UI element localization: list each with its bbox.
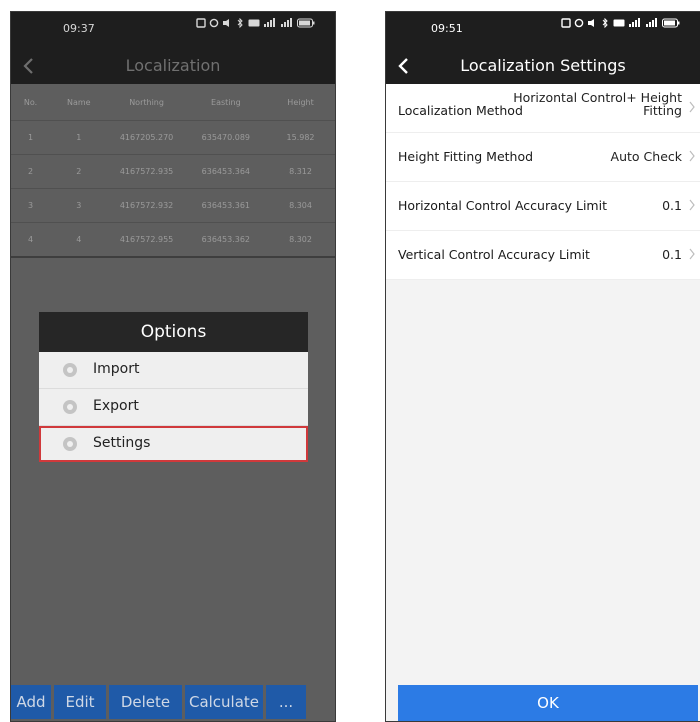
signal-icon [264, 18, 275, 27]
mute-icon [223, 19, 229, 27]
cell-name: 4 [50, 222, 108, 258]
cell-easting: 636453.362 [185, 222, 267, 258]
setting-vertical-accuracy-limit[interactable]: Vertical Control Accuracy Limit 0.1 [386, 231, 700, 280]
cell-northing: 4167572.932 [107, 188, 186, 223]
setting-label: Localization Method [398, 103, 523, 118]
setting-value: Auto Check [610, 149, 682, 164]
status-time: 09:51 [431, 22, 463, 35]
status-icons [561, 18, 680, 28]
setting-value: 0.1 [662, 198, 682, 213]
cell-name: 1 [50, 120, 108, 155]
column-header-northing: Northing [107, 84, 186, 121]
signal-icon [629, 18, 640, 27]
bluetooth-icon [602, 18, 608, 28]
setting-value: Horizontal Control+ Height Fitting [513, 91, 682, 117]
option-label: Settings [93, 435, 151, 451]
signal-icon-2 [281, 18, 292, 27]
table-row[interactable]: 4 4 4167572.955 636453.362 8.302 [11, 222, 335, 258]
table-row[interactable]: 2 2 4167572.935 636453.364 8.312 [11, 154, 335, 189]
setting-value-line2: Fitting [643, 103, 682, 118]
table-row[interactable]: 1 1 4167205.270 635470.089 15.982 [11, 120, 335, 155]
cell-height: 8.304 [266, 188, 335, 223]
status-bar: 09:37 [11, 12, 335, 48]
setting-height-fitting-method[interactable]: Height Fitting Method Auto Check [386, 133, 700, 182]
cell-height: 15.982 [266, 120, 335, 155]
signal-icon-2 [646, 18, 657, 27]
radio-icon[interactable] [63, 437, 77, 451]
calculate-button[interactable]: Calculate [185, 685, 263, 719]
battery-icon [297, 18, 315, 28]
title-bar: Localization [11, 48, 335, 84]
dialog-title: Options [39, 312, 308, 352]
nfc-icon [561, 18, 571, 28]
localization-table: No. Name Northing Easting Height 1 1 416… [11, 84, 335, 258]
setting-localization-method[interactable]: Localization Method Horizontal Control+ … [386, 84, 700, 133]
table-row[interactable]: 3 3 4167572.932 636453.361 8.304 [11, 188, 335, 223]
cell-name: 3 [50, 188, 108, 223]
cell-no: 4 [11, 222, 51, 258]
cell-easting: 635470.089 [185, 120, 267, 155]
status-icons [196, 18, 315, 28]
cell-height: 8.302 [266, 222, 335, 258]
cell-no: 1 [11, 120, 51, 155]
cell-northing: 4167572.955 [107, 222, 186, 258]
setting-label: Vertical Control Accuracy Limit [398, 247, 590, 262]
bluetooth-icon [237, 18, 243, 28]
table-header-row: No. Name Northing Easting Height [11, 84, 335, 121]
radio-icon[interactable] [63, 363, 77, 377]
status-time: 09:37 [63, 22, 95, 35]
cell-name: 2 [50, 154, 108, 189]
localization-screen: 09:37 Localization No. Name Northing Eas… [10, 11, 336, 722]
ok-button[interactable]: OK [398, 685, 698, 721]
chevron-right-icon [688, 199, 696, 211]
option-export[interactable]: Export [39, 389, 308, 426]
cell-northing: 4167572.935 [107, 154, 186, 189]
setting-value: 0.1 [662, 247, 682, 262]
status-bar: 09:51 [386, 12, 700, 48]
cell-no: 3 [11, 188, 51, 223]
chevron-right-icon [688, 248, 696, 260]
alarm-icon [209, 18, 219, 28]
setting-horizontal-accuracy-limit[interactable]: Horizontal Control Accuracy Limit 0.1 [386, 182, 700, 231]
options-dialog: Options Import Export Settings [39, 312, 308, 462]
column-header-no: No. [11, 84, 51, 121]
edit-button[interactable]: Edit [54, 685, 106, 719]
more-button[interactable]: ... [266, 685, 306, 719]
cell-easting: 636453.361 [185, 188, 267, 223]
nfc-icon [196, 18, 206, 28]
chevron-right-icon [688, 150, 696, 162]
option-label: Export [93, 398, 139, 414]
cell-no: 2 [11, 154, 51, 189]
mute-icon [588, 19, 594, 27]
chevron-right-icon [688, 101, 696, 113]
option-import[interactable]: Import [39, 352, 308, 389]
setting-label: Height Fitting Method [398, 149, 534, 164]
alarm-icon [574, 18, 584, 28]
battery-icon [662, 18, 680, 28]
add-button[interactable]: Add [11, 685, 51, 719]
cell-northing: 4167205.270 [107, 120, 186, 155]
delete-button[interactable]: Delete [109, 685, 182, 719]
option-settings[interactable]: Settings [39, 426, 308, 462]
hd-icon [248, 19, 260, 27]
cell-height: 8.312 [266, 154, 335, 189]
column-header-height: Height [266, 84, 335, 121]
localization-settings-screen: 09:51 Localization Settings Localization… [385, 11, 700, 722]
bottom-toolbar: Add Edit Delete Calculate ... [11, 685, 335, 721]
column-header-name: Name [50, 84, 108, 121]
page-title: Localization Settings [460, 56, 626, 75]
settings-list: Localization Method Horizontal Control+ … [386, 84, 700, 280]
column-header-easting: Easting [185, 84, 267, 121]
hd-icon [613, 19, 625, 27]
setting-label: Horizontal Control Accuracy Limit [398, 198, 607, 213]
radio-icon[interactable] [63, 400, 77, 414]
cell-easting: 636453.364 [185, 154, 267, 189]
page-title: Localization [125, 56, 221, 75]
title-bar: Localization Settings [386, 48, 700, 84]
option-label: Import [93, 361, 140, 377]
